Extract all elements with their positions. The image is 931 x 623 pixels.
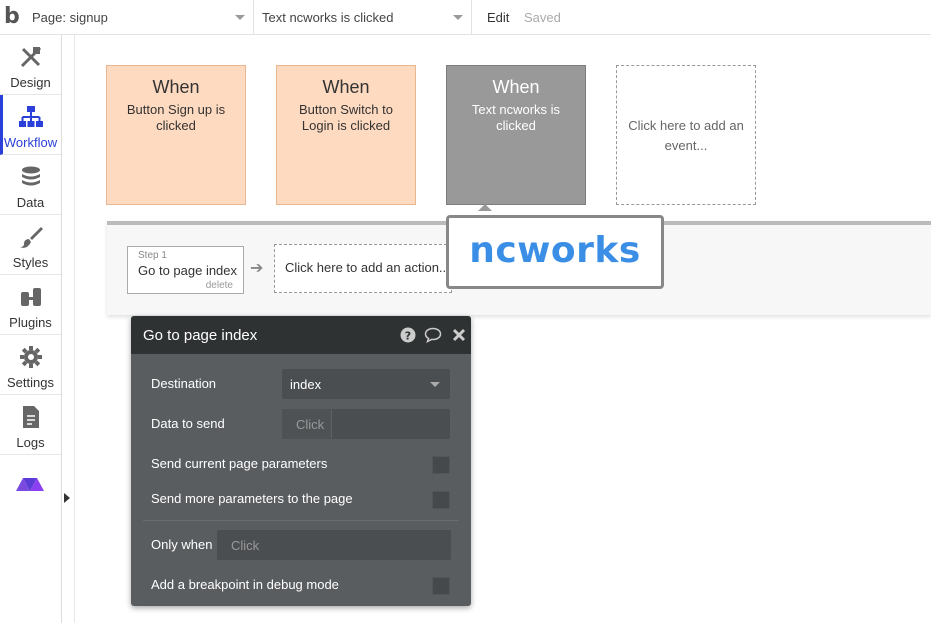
divider — [74, 35, 75, 623]
sidebar-item-workflow[interactable]: Workflow — [0, 95, 61, 155]
add-event-label: Click here to add an event... — [628, 118, 744, 153]
breakpoint-checkbox[interactable] — [432, 577, 450, 595]
save-status: Saved — [524, 10, 561, 25]
sidebar-item-label: Design — [10, 75, 51, 90]
callout-text: ncworks — [469, 230, 641, 271]
ncworks-callout: ncworks — [446, 215, 664, 289]
breakpoint-label: Add a breakpoint in debug mode — [151, 577, 339, 592]
event-when: When — [322, 77, 370, 97]
event-description: Text ncworks is clicked — [471, 102, 561, 133]
event-description: Button Sign up is clicked — [126, 102, 226, 133]
step-card[interactable]: Step 1 Go to page index delete — [127, 246, 244, 294]
only-when-placeholder: Click — [231, 538, 260, 553]
chevron-down-icon — [235, 15, 245, 20]
sidebar-item-design[interactable]: Design — [0, 35, 61, 95]
step-number: Step 1 — [138, 250, 167, 261]
sidebar-item-label: Settings — [7, 375, 54, 390]
event-card[interactable]: When Button Sign up is clicked — [106, 65, 246, 205]
destination-dropdown[interactable]: index — [282, 369, 450, 399]
page-select-value: Page: signup — [32, 10, 108, 25]
event-select-value: Text ncworks is clicked — [262, 10, 394, 25]
svg-text:?: ? — [405, 330, 411, 343]
send-current-params-label: Send current page parameters — [151, 456, 328, 471]
sidebar-item-label: Workflow — [3, 135, 58, 150]
chevron-down-icon — [430, 382, 440, 387]
only-when-field[interactable]: Click — [217, 530, 451, 560]
data-to-send-field[interactable]: Click — [282, 409, 450, 439]
divider — [143, 520, 459, 521]
design-icon — [20, 46, 42, 68]
event-description: Button Switch to Login is clicked — [299, 102, 393, 133]
only-when-label: Only when — [151, 537, 213, 552]
data-to-send-placeholder: Click — [296, 417, 325, 432]
event-when: When — [152, 77, 200, 97]
sidebar-item-label: Plugins — [9, 315, 52, 330]
step-title: Go to page index — [138, 263, 238, 278]
property-editor-panel: Go to page index ? Destination index Dat… — [131, 316, 471, 606]
delete-step-link[interactable]: delete — [206, 280, 233, 291]
sidebar-item-styles[interactable]: Styles — [0, 215, 61, 275]
sidebar-item-label: Styles — [12, 255, 49, 270]
event-card-selected[interactable]: When Text ncworks is clicked — [446, 65, 586, 205]
database-icon — [22, 166, 40, 186]
send-more-params-label: Send more parameters to the page — [151, 491, 353, 506]
edit-menu[interactable]: Edit — [487, 10, 509, 25]
send-current-params-checkbox[interactable] — [432, 456, 450, 474]
help-icon[interactable]: ? — [400, 327, 416, 343]
send-more-params-checkbox[interactable] — [432, 491, 450, 509]
add-action-button[interactable]: Click here to add an action... — [274, 244, 452, 293]
sidebar-item-label: Data — [16, 195, 45, 210]
workflow-icon — [19, 106, 43, 127]
add-action-label: Click here to add an action... — [285, 260, 450, 275]
sidebar-item-data[interactable]: Data — [0, 155, 61, 215]
plugin-icon — [21, 288, 41, 306]
data-to-send-chip[interactable]: Click — [282, 409, 332, 439]
panel-title: Go to page index — [143, 327, 258, 344]
comment-icon[interactable] — [424, 327, 442, 343]
add-event-button[interactable]: Click here to add an event... — [616, 65, 756, 205]
sidebar-item-logs[interactable]: Logs — [0, 395, 61, 455]
close-icon[interactable] — [451, 327, 467, 343]
sidebar-item-label: Logs — [16, 435, 45, 450]
data-to-send-label: Data to send — [151, 416, 225, 431]
sidebar: Design Workflow Data Styles Plugins Sett… — [0, 35, 62, 623]
destination-label: Destination — [151, 376, 217, 391]
document-icon — [23, 406, 39, 428]
gear-icon — [20, 346, 42, 368]
bubble-logo[interactable]: b — [4, 4, 26, 30]
event-card[interactable]: When Button Switch to Login is clicked — [276, 65, 416, 205]
arrow-right-icon: ➔ — [250, 258, 264, 277]
sidebar-item-plugins[interactable]: Plugins — [0, 275, 61, 335]
sidebar-toggle-arrow-icon[interactable] — [64, 493, 70, 503]
brush-icon — [20, 227, 43, 248]
event-select[interactable]: Text ncworks is clicked — [256, 0, 472, 35]
sidebar-item-settings[interactable]: Settings — [0, 335, 61, 395]
panel-header: Go to page index ? — [131, 316, 471, 354]
selected-event-pointer — [478, 204, 492, 211]
destination-value: index — [290, 377, 322, 392]
bubble-logo-icon — [16, 478, 44, 491]
event-when: When — [492, 77, 540, 97]
top-bar: b Page: signup Text ncworks is clicked E… — [0, 0, 931, 35]
page-select[interactable]: Page: signup — [26, 0, 254, 35]
sidebar-item-bubble[interactable] — [0, 455, 61, 515]
chevron-down-icon — [453, 15, 463, 20]
